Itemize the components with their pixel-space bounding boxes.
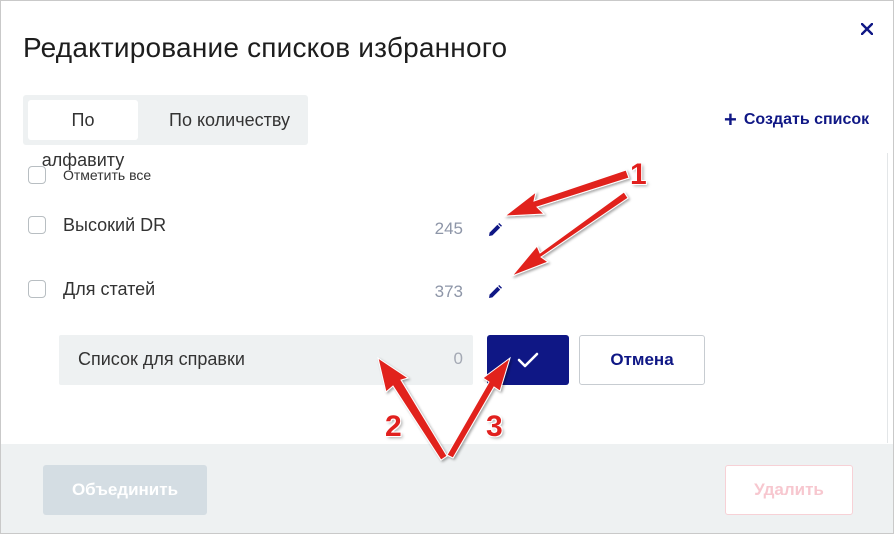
edit-pencil-icon[interactable] bbox=[487, 284, 503, 300]
tab-by-count[interactable]: По количеству bbox=[159, 100, 300, 140]
annotation-number: 3 bbox=[486, 410, 503, 443]
tab-alphabetical[interactable]: По алфавиту bbox=[28, 100, 138, 170]
list-name-input[interactable]: Список для справки 0 bbox=[59, 335, 473, 385]
dialog-title: Редактирование списков избранного bbox=[23, 32, 508, 63]
list-count: 0 bbox=[453, 349, 463, 368]
merge-button[interactable]: Объединить bbox=[43, 465, 207, 515]
list-name-input-value: Список для справки bbox=[78, 349, 245, 369]
list-checkbox[interactable] bbox=[28, 216, 46, 234]
select-all-checkbox[interactable] bbox=[28, 166, 46, 184]
create-list-button[interactable]: + Создать список bbox=[724, 107, 869, 133]
favorites-dialog: Редактирование списков избранного По алф… bbox=[0, 0, 894, 534]
close-button[interactable] bbox=[857, 19, 877, 39]
edit-pencil-icon[interactable] bbox=[487, 222, 503, 238]
scrollbar-track bbox=[887, 153, 893, 443]
list-checkbox[interactable] bbox=[28, 280, 46, 298]
checkmark-icon bbox=[517, 352, 539, 368]
close-icon bbox=[861, 23, 873, 35]
select-all-label: Отметить все bbox=[63, 167, 152, 183]
list-name: Для статей bbox=[63, 279, 156, 299]
list-count: 373 bbox=[434, 282, 463, 301]
plus-icon: + bbox=[724, 107, 737, 132]
confirm-button[interactable] bbox=[487, 335, 569, 385]
annotation-number: 2 bbox=[385, 410, 402, 443]
list-count: 245 bbox=[434, 219, 463, 238]
delete-button[interactable]: Удалить bbox=[725, 465, 853, 515]
annotation-number: 1 bbox=[630, 158, 647, 191]
cancel-button[interactable]: Отмена bbox=[579, 335, 705, 385]
dialog-footer: Объединить Удалить bbox=[1, 444, 893, 533]
sort-tabs: По алфавиту По количеству bbox=[23, 95, 308, 170]
list-name: Высокий DR bbox=[63, 215, 167, 235]
create-list-label: Создать список bbox=[743, 111, 870, 128]
